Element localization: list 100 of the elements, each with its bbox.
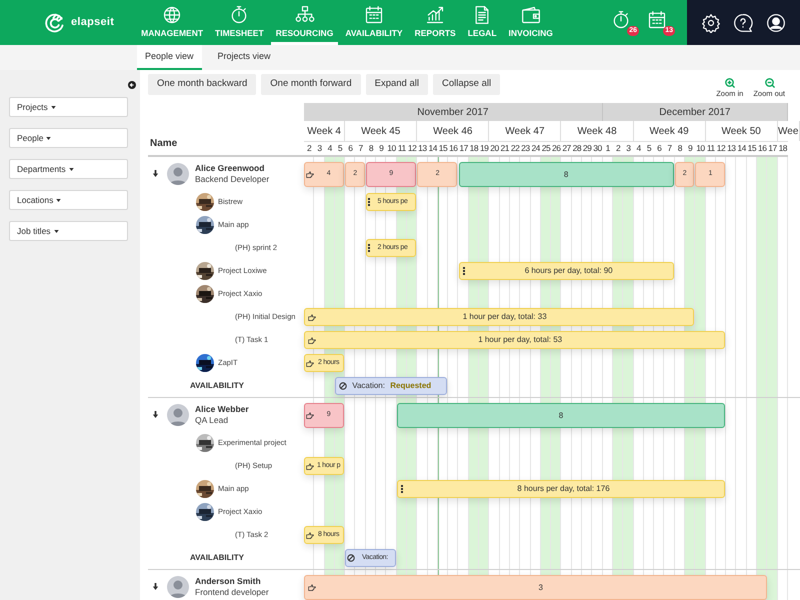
- allocation-bar[interactable]: 1 hour per day, total: 33: [304, 308, 694, 326]
- hand-icon: [308, 314, 316, 320]
- day-header: 9: [687, 142, 694, 155]
- toolbar-button[interactable]: One month forward: [261, 74, 361, 95]
- toolbar-button[interactable]: Collapse all: [433, 74, 500, 95]
- day-header: 8: [368, 142, 374, 155]
- day-header: 21: [500, 142, 510, 155]
- day-header: 14: [428, 142, 438, 155]
- day-header: 17: [458, 142, 469, 155]
- bar-label: 1 hour per day, total: 33: [462, 311, 548, 323]
- calendar-icon: [647, 10, 667, 30]
- bar-label: 8: [562, 168, 570, 180]
- view-tab[interactable]: People view: [137, 45, 202, 70]
- user-button[interactable]: [766, 12, 786, 32]
- day-header: 15: [438, 142, 448, 155]
- hand-icon: [306, 171, 314, 178]
- day-header: 13: [726, 142, 736, 155]
- week-header: Week 45: [345, 121, 418, 141]
- grip-icon: [400, 485, 403, 493]
- bar-label: 3: [538, 582, 544, 594]
- allocation-bar[interactable]: 8 hours per day, total: 176: [396, 480, 726, 498]
- allocation-bar[interactable]: 3: [304, 575, 766, 600]
- week-header: Week 47: [489, 121, 562, 141]
- expanded-arrow-icon[interactable]: [152, 411, 159, 418]
- hand-icon: [308, 336, 316, 344]
- calendar-icon: [364, 5, 384, 26]
- expanded-arrow-icon[interactable]: [152, 170, 159, 177]
- day-header: 22: [510, 142, 520, 155]
- view-tab[interactable]: Projects view: [210, 45, 279, 70]
- day-header: 13: [417, 142, 428, 155]
- day-header: 9: [378, 142, 384, 155]
- week-header: Week 48: [561, 121, 634, 141]
- day-header: 4: [636, 142, 642, 155]
- filter-dropdown[interactable]: People: [9, 128, 128, 148]
- availability-label: AVAILABILITY: [190, 552, 244, 564]
- day-header: 18: [468, 142, 480, 155]
- toolbar-button[interactable]: Expand all: [366, 74, 428, 95]
- filter-dropdown[interactable]: Projects: [9, 97, 128, 117]
- hand-icon: [306, 360, 314, 366]
- logo-text: elapseit: [71, 15, 114, 30]
- day-header: 11: [396, 142, 407, 155]
- globe-icon: [162, 5, 182, 26]
- caret-icon: [56, 198, 62, 202]
- hand-icon: [306, 462, 314, 470]
- day-header: 24: [530, 142, 541, 155]
- day-header: 8: [676, 142, 684, 155]
- grip-icon: [368, 198, 370, 206]
- day-header: 16: [757, 142, 768, 155]
- caret-icon: [50, 106, 56, 108]
- allocation-bar[interactable]: 6 hours per day, total: 90: [458, 262, 674, 280]
- day-header: 2: [306, 142, 312, 155]
- settings-button[interactable]: [701, 12, 722, 32]
- filter-dropdown[interactable]: Departments: [9, 159, 128, 179]
- day-header: 15: [746, 142, 758, 155]
- bar-label: Vacation:: [351, 380, 386, 392]
- allocation-bar[interactable]: 1 hour per day, total: 53: [304, 331, 726, 349]
- allocation-bar[interactable]: 8: [458, 162, 674, 187]
- day-header: 4: [326, 142, 333, 155]
- grip-icon: [368, 244, 370, 252]
- collapse-icon[interactable]: [128, 81, 136, 89]
- settings-icon: [701, 12, 722, 32]
- wallet-icon: [520, 5, 541, 26]
- bar-label: 1 hour per day, total: 53: [477, 334, 564, 346]
- filter-dropdown[interactable]: Locations: [9, 190, 128, 210]
- bar-label: 8: [558, 410, 564, 422]
- day-header: 28: [572, 142, 582, 155]
- help-button[interactable]: [733, 12, 754, 32]
- hand-icon: [306, 412, 314, 419]
- day-header: 6: [347, 142, 354, 155]
- day-header: 3: [316, 142, 323, 155]
- week-header: Week 50: [706, 121, 778, 141]
- person-role: QA Lead: [195, 414, 230, 426]
- week-header: Week 4: [304, 121, 346, 141]
- bar-label: 8 hours per day, total: 176: [516, 483, 611, 495]
- expanded-arrow-icon[interactable]: [152, 583, 159, 590]
- zoom-out-icon: [764, 77, 775, 88]
- day-header: 7: [666, 142, 673, 155]
- ban-icon: [347, 554, 356, 562]
- logo-icon: [45, 12, 65, 32]
- day-header: 5: [646, 142, 652, 155]
- filter-dropdown[interactable]: Job titles: [9, 221, 128, 241]
- day-header: 25: [540, 142, 552, 155]
- bar-label: 6 hours per day, total: 90: [524, 265, 614, 277]
- help-icon: [733, 12, 754, 32]
- day-header: 16: [448, 142, 458, 155]
- avatar: [167, 576, 189, 598]
- allocation-bar[interactable]: 8: [396, 403, 726, 428]
- status-label: Requested: [390, 380, 432, 392]
- avatar: [167, 404, 189, 426]
- toolbar-button[interactable]: One month backward: [148, 74, 256, 95]
- day-header: 19: [479, 142, 490, 155]
- day-header: 20: [489, 142, 500, 155]
- day-header: 10: [386, 142, 397, 155]
- vacation-bar[interactable]: Vacation: Requested: [334, 377, 448, 395]
- person-role: Backend Developer: [195, 174, 270, 184]
- month-header: December 2017: [602, 103, 788, 121]
- day-header: 30: [592, 142, 603, 155]
- day-header: 23: [520, 142, 531, 155]
- person-role: Frontend developer: [195, 586, 269, 598]
- month-header: November 2017: [304, 103, 603, 121]
